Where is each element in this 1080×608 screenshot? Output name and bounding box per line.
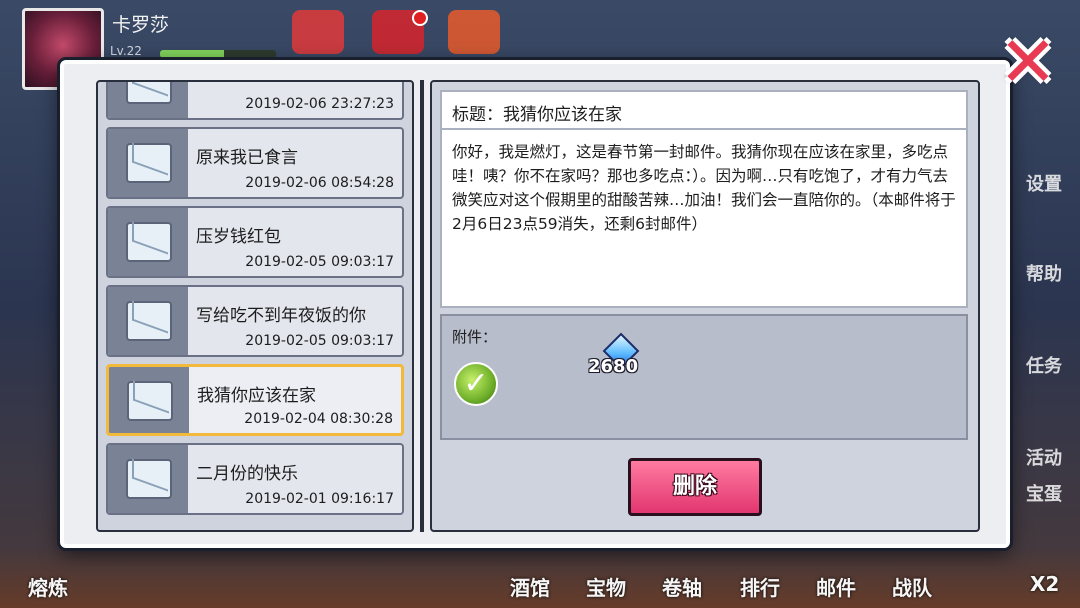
envelope-icon [126, 301, 172, 341]
mail-item[interactable]: 2019-02-06 23:27:23 [106, 82, 404, 120]
mail-dialog: 2019-02-06 23:27:23 原来我已食言 2019-02-06 08… [60, 60, 1010, 548]
mail-list-panel[interactable]: 2019-02-06 23:27:23 原来我已食言 2019-02-06 08… [96, 80, 414, 532]
mail-thumb [108, 129, 188, 197]
mail-thumb [108, 445, 188, 513]
notification-badge [412, 10, 428, 26]
speed-x2[interactable]: X2 [1030, 572, 1059, 596]
attachment-label: 附件： [452, 328, 498, 346]
side-label-egg[interactable]: 宝蛋 [1026, 480, 1062, 506]
side-label-help[interactable]: 帮助 [1026, 260, 1062, 286]
envelope-icon [127, 381, 173, 421]
mail-thumb [108, 287, 188, 355]
mail-thumb [108, 208, 188, 276]
envelope-icon[interactable] [448, 10, 500, 54]
menu-treasure[interactable]: 宝物 [586, 572, 626, 601]
menu-mail[interactable]: 邮件 [816, 572, 856, 601]
side-label-settings[interactable]: 设置 [1026, 170, 1062, 196]
envelope-icon [126, 459, 172, 499]
envelope-icon [126, 143, 172, 183]
close-icon[interactable]: ✕ [996, 27, 1060, 97]
menu-ranking[interactable]: 排行 [740, 572, 780, 601]
gift-icon[interactable] [292, 10, 344, 54]
xp-bar [160, 50, 276, 58]
mail-item[interactable]: 压岁钱红包 2019-02-05 09:03:17 [106, 206, 404, 278]
side-label-tasks[interactable]: 任务 [1026, 352, 1062, 378]
mail-title: 压岁钱红包 [196, 227, 281, 247]
delete-button[interactable]: 删除 [628, 458, 762, 516]
mail-item[interactable]: 二月份的快乐 2019-02-01 09:16:17 [106, 443, 404, 515]
mail-title: 写给吃不到年夜饭的你 [196, 306, 366, 326]
mail-body-box[interactable]: 你好，我是燃灯，这是春节第一封邮件。我猜你现在应该在家里，多吃点哇！咦？你不在家… [440, 130, 968, 308]
side-label-events[interactable]: 活动 [1026, 444, 1062, 470]
mail-title: 我猜你应该在家 [197, 386, 316, 406]
panel-divider [420, 80, 424, 532]
subject-bar: 标题：我猜你应该在家 [440, 90, 968, 130]
mail-date: 2019-02-06 08:54:28 [245, 175, 394, 191]
envelope-icon [126, 222, 172, 262]
mail-date: 2019-02-04 08:30:28 [244, 411, 393, 427]
attachment-box: 附件： ✓ 2680 [440, 314, 968, 440]
menu-smelt[interactable]: 熔炼 [28, 572, 68, 601]
player-name: 卡罗莎 [112, 14, 170, 36]
mail-subject: 标题：我猜你应该在家 [452, 105, 622, 125]
mail-date: 2019-02-05 09:03:17 [245, 333, 394, 349]
mail-body: 你好，我是燃灯，这是春节第一封邮件。我猜你现在应该在家里，多吃点哇！咦？你不在家… [452, 143, 956, 233]
mail-date: 2019-02-01 09:16:17 [245, 491, 394, 507]
attachment-count: 2680 [588, 356, 639, 377]
player-level: Lv.22 [110, 44, 142, 58]
mail-title: 二月份的快乐 [196, 464, 298, 484]
mail-date: 2019-02-06 23:27:23 [245, 96, 394, 112]
xp-bar-fill [160, 50, 224, 58]
mail-detail-panel: 标题：我猜你应该在家 你好，我是燃灯，这是春节第一封邮件。我猜你现在应该在家里，… [430, 80, 980, 532]
menu-tavern[interactable]: 酒馆 [510, 572, 550, 601]
menu-scroll[interactable]: 卷轴 [662, 572, 702, 601]
mail-date: 2019-02-05 09:03:17 [245, 254, 394, 270]
check-icon: ✓ [454, 362, 498, 406]
mail-list: 2019-02-06 23:27:23 原来我已食言 2019-02-06 08… [106, 82, 404, 530]
mail-thumb [109, 367, 189, 433]
mail-item-selected[interactable]: 我猜你应该在家 2019-02-04 08:30:28 [106, 364, 404, 436]
mail-item[interactable]: 写给吃不到年夜饭的你 2019-02-05 09:03:17 [106, 285, 404, 357]
mail-title: 原来我已食言 [196, 148, 298, 168]
mail-thumb [108, 82, 188, 118]
mail-item[interactable]: 原来我已食言 2019-02-06 08:54:28 [106, 127, 404, 199]
menu-team[interactable]: 战队 [892, 572, 932, 601]
envelope-icon [126, 82, 172, 104]
